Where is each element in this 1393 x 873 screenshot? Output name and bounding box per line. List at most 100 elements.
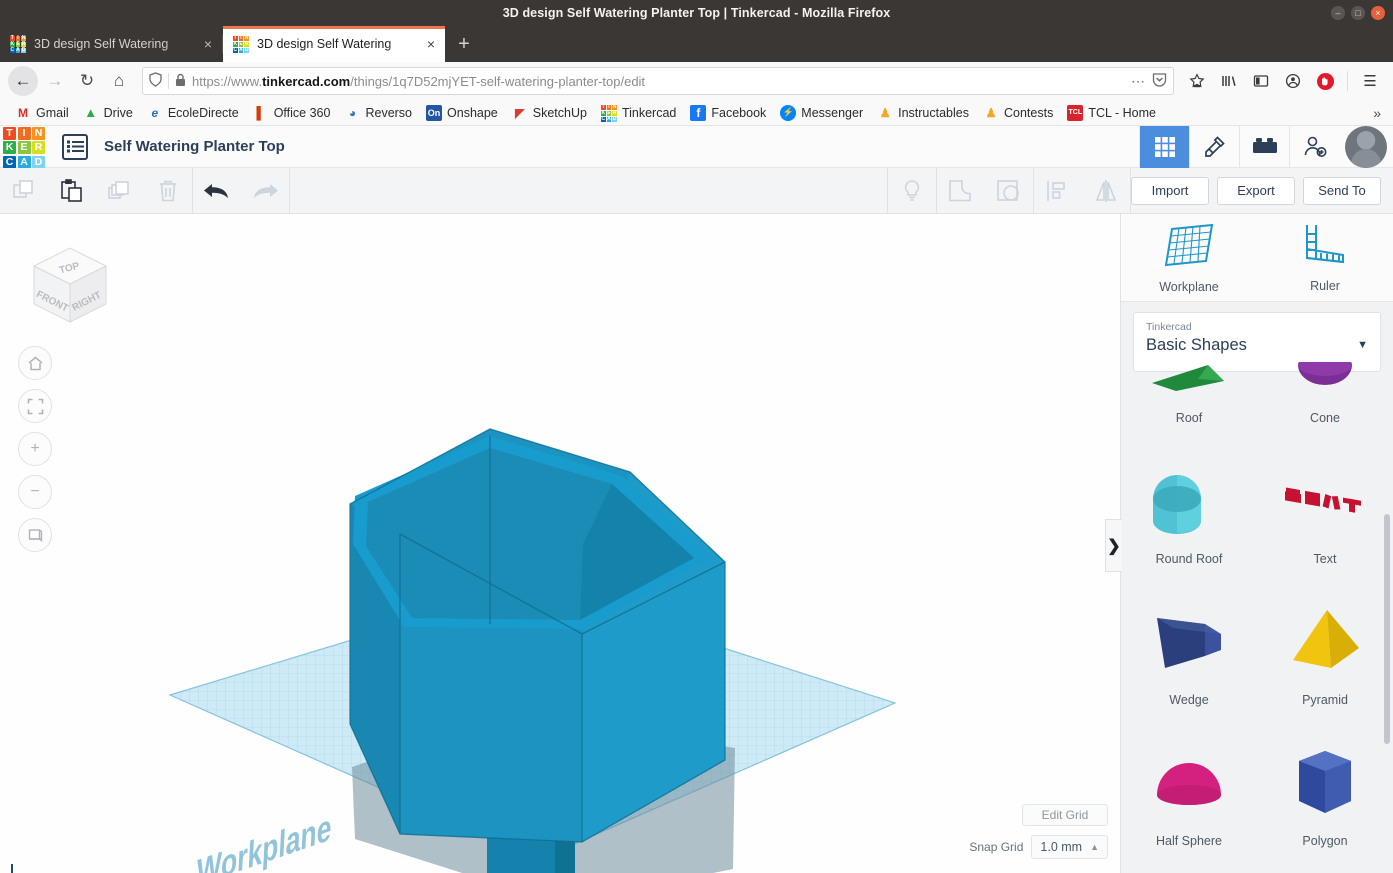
maximize-button[interactable]: □ (1351, 6, 1365, 20)
shape-label: Text (1313, 552, 1337, 566)
trash-icon[interactable] (144, 168, 192, 214)
library-icon[interactable] (1214, 66, 1244, 96)
workplane-tool[interactable]: Workplane (1121, 214, 1257, 301)
edit-grid-button[interactable]: Edit Grid (1022, 804, 1108, 826)
url-text: https://www.tinkercad.com/things/1q7D52m… (192, 73, 646, 89)
group-shapes-icon[interactable] (937, 168, 985, 214)
hamburger-menu-icon[interactable]: ☰ (1355, 66, 1385, 96)
shape-row: Half Sphere Polygon (1121, 715, 1393, 856)
sidebar-icon[interactable] (1246, 66, 1276, 96)
bookmarks-overflow-icon[interactable]: » (1373, 105, 1385, 121)
page-title: Self Watering Planter Top (104, 138, 285, 155)
bookmark-sketchup[interactable]: ◤ SketchUp (505, 105, 594, 121)
panel-scrollbar[interactable] (1384, 514, 1390, 744)
bookmark-contests[interactable]: ♟ Contests (976, 105, 1060, 121)
tinkercad-icon: TIN KER CAD (600, 103, 617, 122)
bookmark-gmail[interactable]: M Gmail (8, 105, 76, 121)
tab-close-icon[interactable]: × (200, 36, 216, 52)
snap-grid-label: Snap Grid (969, 840, 1024, 854)
view-cube[interactable]: TOP FRONT RIGHT (18, 236, 118, 341)
codeblocks-hammer-icon[interactable] (1189, 125, 1239, 168)
home-button[interactable]: ⌂ (104, 66, 134, 96)
caret-up-icon: ▲ (1090, 842, 1099, 852)
roof-thumbnail (1146, 362, 1232, 405)
bookmark-onshape[interactable]: On Onshape (419, 104, 505, 121)
avatar[interactable] (1345, 125, 1387, 168)
duplicate-button[interactable] (96, 168, 144, 214)
align-icon[interactable] (1034, 168, 1082, 214)
reload-button[interactable]: ↻ (72, 66, 102, 96)
tinkercad-logo[interactable]: T I N K E R C A D (0, 126, 48, 169)
browser-tab-2[interactable]: TIN KER CAD 3D design Self Watering × (223, 26, 445, 62)
export-button[interactable]: Export (1217, 176, 1295, 205)
zoom-in-button[interactable]: + (18, 432, 52, 466)
3d-scene[interactable]: Workplane (0, 214, 1120, 873)
copy-button[interactable] (0, 168, 48, 214)
new-tab-button[interactable]: + (445, 26, 483, 62)
window-title: 3D design Self Watering Planter Top | Ti… (502, 6, 891, 20)
address-bar[interactable]: https://www.tinkercad.com/things/1q7D52m… (142, 67, 1174, 95)
lock-icon[interactable] (175, 73, 186, 90)
ungroup-shapes-icon[interactable] (985, 168, 1033, 214)
undo-arrow-icon[interactable] (193, 168, 241, 214)
tab-title: 3D design Self Watering (34, 37, 169, 51)
import-button[interactable]: Import (1131, 176, 1209, 205)
ruler-tool[interactable]: Ruler (1257, 214, 1393, 301)
bookmark-label: Reverso (365, 105, 413, 120)
fit-to-view-button[interactable] (18, 389, 52, 423)
history-tools-group (193, 168, 289, 214)
tab-close-icon[interactable]: × (423, 36, 439, 52)
tinkercad-header: T I N K E R C A D Self Watering Planter … (0, 125, 1393, 169)
minimize-button[interactable]: – (1331, 6, 1345, 20)
shape-polygon[interactable]: Polygon (1257, 715, 1393, 856)
bookmark-tinkercad[interactable]: TIN KER CAD Tinkercad (594, 103, 683, 122)
invite-person-icon[interactable] (1289, 125, 1339, 168)
panel-tools: Workplane Ruler (1121, 214, 1393, 302)
redo-arrow-icon[interactable] (241, 168, 289, 214)
bookmark-instructables[interactable]: ♟ Instructables (870, 105, 976, 121)
home-view-button[interactable] (18, 346, 52, 380)
bookmark-messenger[interactable]: ⚡ Messenger (773, 104, 870, 121)
shape-round-roof[interactable]: Round Roof (1121, 433, 1257, 574)
bookmark-tcl-home[interactable]: TCL TCL - Home (1060, 104, 1163, 121)
shape-half-sphere[interactable]: Half Sphere (1121, 715, 1257, 856)
forward-button[interactable]: → (40, 66, 70, 96)
shape-label: Wedge (1169, 693, 1209, 707)
adblock-icon[interactable] (1310, 66, 1340, 96)
shape-wedge[interactable]: Wedge (1121, 574, 1257, 715)
send-to-button[interactable]: Send To (1303, 176, 1381, 205)
shape-text[interactable]: Text (1257, 433, 1393, 574)
bookmark-facebook[interactable]: f Facebook (683, 104, 773, 121)
shape-pyramid[interactable]: Pyramid (1257, 574, 1393, 715)
back-button[interactable]: ← (8, 66, 38, 96)
tool-label: Ruler (1310, 279, 1340, 293)
page-actions-icon[interactable]: ⋯ (1131, 73, 1146, 90)
bookmark-office360[interactable]: ▌ Office 360 (246, 105, 338, 121)
3d-viewport[interactable]: Workplane TOP FRONT RIGHT + − Edit Grid … (0, 214, 1120, 873)
snap-grid-select[interactable]: 1.0 mm ▲ (1031, 835, 1108, 859)
bookmark-drive[interactable]: ▲ Drive (76, 105, 140, 121)
shape-roof[interactable]: Roof (1121, 362, 1257, 433)
bookmark-reverso[interactable]: ◕ Reverso (337, 105, 419, 121)
bookmark-label: Messenger (801, 105, 864, 120)
shield-icon[interactable] (149, 72, 162, 90)
shape-cone[interactable]: Cone (1257, 362, 1393, 433)
mirror-icon[interactable] (1082, 168, 1130, 214)
panel-collapse-button[interactable]: ❯ (1105, 519, 1122, 572)
text-thumbnail (1279, 456, 1371, 546)
ortho-perspective-icon[interactable] (18, 518, 52, 552)
instructables-icon: ♟ (879, 105, 891, 120)
paste-button[interactable] (48, 168, 96, 214)
list-icon[interactable] (62, 133, 88, 160)
bookmark-star-icon[interactable] (1182, 66, 1212, 96)
bookmark-ecoledirecte[interactable]: e EcoleDirecte (140, 105, 246, 121)
close-button[interactable]: × (1371, 6, 1385, 20)
blocks-brick-icon[interactable] (1239, 125, 1289, 168)
browser-tab-1[interactable]: TIN KER CAD 3D design Self Watering × (0, 26, 222, 62)
lightbulb-icon[interactable] (888, 168, 936, 214)
gallery-grid-icon[interactable] (1139, 125, 1189, 168)
account-icon[interactable] (1278, 66, 1308, 96)
zoom-out-button[interactable]: − (18, 475, 52, 509)
pocket-icon[interactable] (1152, 72, 1167, 90)
bookmark-label: Tinkercad (621, 105, 677, 120)
